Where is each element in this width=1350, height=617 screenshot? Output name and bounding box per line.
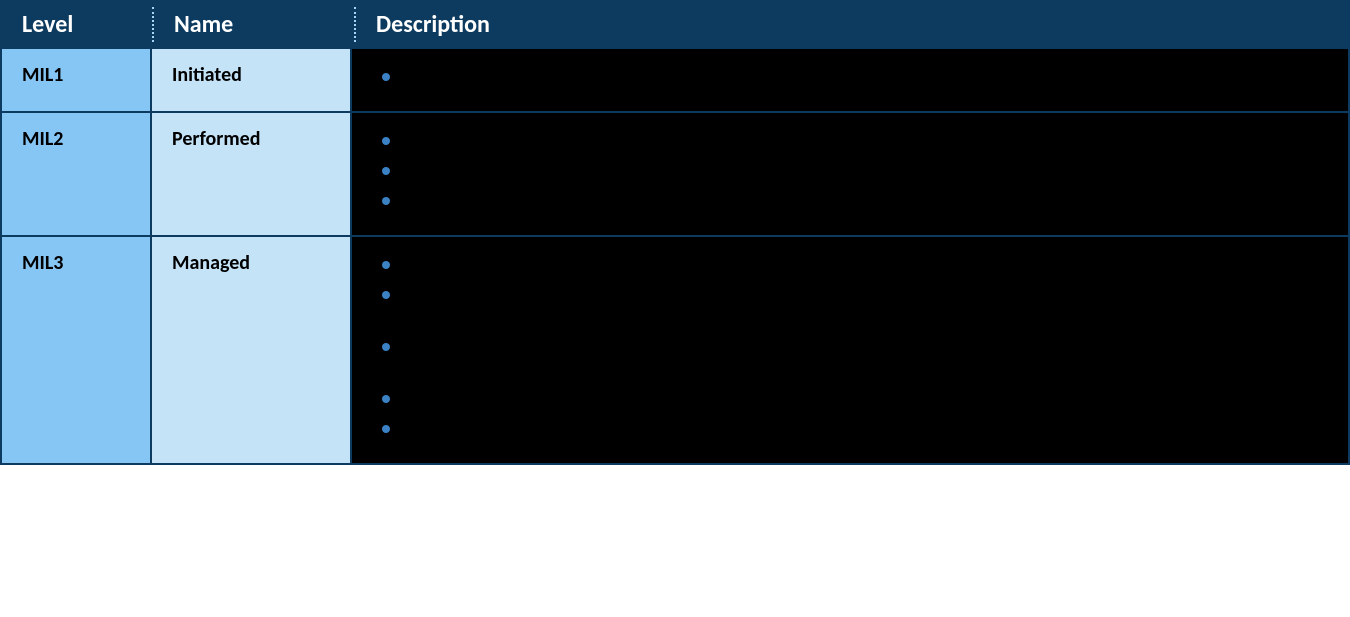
bullet-item <box>382 131 1318 149</box>
bullet-item <box>382 255 1318 273</box>
bullet-item <box>382 67 1318 85</box>
bullet-item <box>382 191 1318 209</box>
bullet-item <box>382 419 1318 437</box>
cell-description <box>352 49 1348 111</box>
bullet-item <box>382 161 1318 179</box>
cell-level: MIL3 <box>2 237 152 463</box>
cell-name: Initiated <box>152 49 352 111</box>
cell-description <box>352 113 1348 235</box>
bullet-item <box>382 389 1318 407</box>
bullet-icon <box>382 343 390 351</box>
bullet-icon <box>382 167 390 175</box>
table-row: MIL3 Managed <box>2 235 1348 463</box>
bullet-icon <box>382 291 390 299</box>
maturity-level-table: Level Name Description MIL1 Initiated MI… <box>0 0 1350 465</box>
bullet-icon <box>382 197 390 205</box>
cell-level: MIL2 <box>2 113 152 235</box>
bullet-item <box>382 285 1318 325</box>
bullet-icon <box>382 261 390 269</box>
header-level: Level <box>2 2 152 47</box>
cell-name: Performed <box>152 113 352 235</box>
bullet-icon <box>382 137 390 145</box>
cell-name: Managed <box>152 237 352 463</box>
header-name: Name <box>154 2 354 47</box>
bullet-item <box>382 337 1318 377</box>
table-row: MIL2 Performed <box>2 111 1348 235</box>
table-row: MIL1 Initiated <box>2 47 1348 111</box>
cell-level: MIL1 <box>2 49 152 111</box>
header-description: Description <box>356 2 1348 47</box>
table-header-row: Level Name Description <box>2 2 1348 47</box>
bullet-icon <box>382 73 390 81</box>
bullet-icon <box>382 395 390 403</box>
bullet-icon <box>382 425 390 433</box>
cell-description <box>352 237 1348 463</box>
